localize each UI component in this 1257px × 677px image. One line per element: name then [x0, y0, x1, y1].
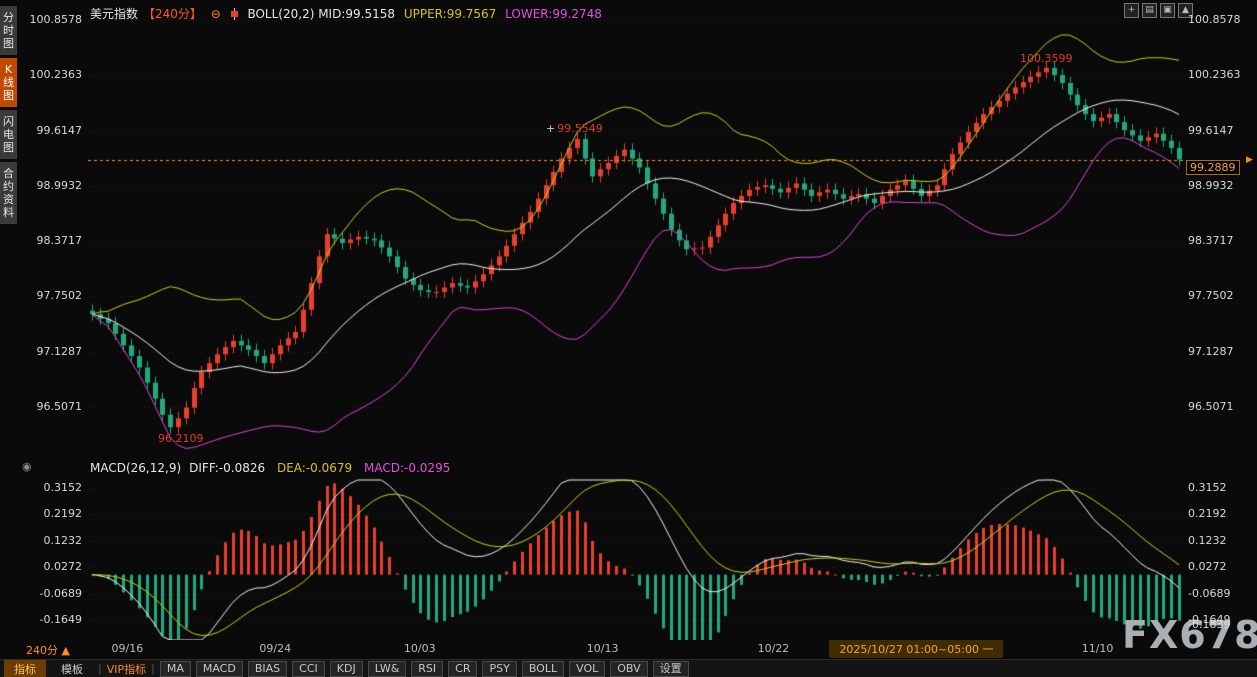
price-axis-label: 96.5071 [1188, 399, 1234, 413]
macd-diff-label: DIFF:-0.0826 [189, 461, 266, 475]
macd-header: MACD(26,12,9) DIFF:-0.0826 DEA:-0.0679 MA… [90, 461, 458, 475]
price-axis-label: 100.2363 [29, 68, 83, 82]
toolbar-divider: | [151, 662, 155, 675]
price-axis-label: 98.3717 [36, 234, 83, 248]
macd-macd-label: MACD:-0.0295 [364, 461, 451, 475]
price-axis-label: 97.1287 [1188, 344, 1234, 358]
toolbar-tab-1[interactable]: 指标 [4, 659, 46, 677]
settings-button[interactable]: 设置 [652, 660, 689, 677]
price-axis-label: 99.6147 [1188, 123, 1234, 137]
x-axis-label: 09/24 [259, 642, 292, 655]
sidebar-tab-1[interactable]: 分时图 [0, 6, 17, 55]
left-sidebar: 分时图 K线图闪电图合约资料 [0, 6, 17, 224]
indicator-button-cci[interactable]: CCI [292, 660, 325, 677]
indicator-button-bias[interactable]: BIAS [247, 660, 288, 677]
price-axis-label: 97.7502 [36, 289, 83, 303]
price-axis-label: 100.2363 [1188, 68, 1241, 82]
price-axis-label: 97.1287 [36, 344, 83, 358]
sidebar-tab-3[interactable]: 闪电图 [0, 110, 17, 159]
macd-axis-label: 0.0272 [43, 560, 83, 574]
x-axis-label: 10/22 [757, 642, 790, 655]
macd-axis-label: -0.0689 [39, 586, 82, 600]
price-axis-label: 99.6147 [36, 123, 83, 137]
sidebar-tab-4[interactable]: 合约资料 [0, 162, 17, 224]
indicator-button-boll[interactable]: BOLL [521, 660, 565, 677]
x-axis-label: 10/03 [403, 642, 436, 655]
price-axis-label: 98.3717 [1188, 234, 1234, 248]
price-edge-arrow-icon: ▶ [1246, 155, 1253, 165]
macd-axis-label: 0.0272 [1188, 560, 1227, 574]
x-axis-label: 09/16 [111, 642, 144, 655]
macd-axis-label: 0.1232 [1188, 533, 1227, 547]
main-chart-canvas[interactable] [88, 8, 1183, 640]
macd-axis-label: 0.1232 [43, 533, 83, 547]
bottom-toolbar: 指标 模板 | VIP指标 | MA MACD BIAS CCI KDJ LW& RSI CR PSY BO… [0, 659, 1257, 677]
price-axis-label: 98.9932 [36, 178, 83, 192]
indicator-button-lw[interactable]: LW& [367, 660, 407, 677]
toolbar-tab-2[interactable]: 模板 [51, 660, 93, 677]
indicator-button-ma[interactable]: MA [159, 660, 191, 677]
macd-axis-label: 0.3152 [1188, 481, 1227, 494]
indicator-button-cr[interactable]: CR [448, 660, 478, 677]
trading-app-window: 分时图K线图闪电图合约资料 ◉ 美元指数【240分】 ⊖ BOLL(20,2) … [0, 0, 1257, 677]
annotation-global-low: 96.2109 [158, 432, 204, 445]
indicator-button-macd[interactable]: MACD [195, 660, 243, 677]
indicator-button-vol[interactable]: VOL [569, 660, 606, 677]
vip-indicators-link[interactable]: VIP指标 [107, 661, 146, 677]
macd-axis-label: -0.0689 [1188, 586, 1231, 600]
indicator-button-kdj[interactable]: KDJ [329, 660, 363, 677]
indicator-button-obv[interactable]: OBV [610, 660, 648, 677]
last-price-tag: 99.2889 [1186, 160, 1240, 175]
period-selector[interactable]: 240分 ▲ [26, 642, 70, 658]
price-axis-label: 100.8578 [29, 13, 83, 26]
x-axis-label: 10/13 [586, 642, 619, 655]
annotation-global-high: 100.3599 [1020, 52, 1073, 65]
toolbar-divider: | [98, 662, 102, 675]
indicator-button-rsi[interactable]: RSI [411, 660, 444, 677]
macd-axis-label: 0.2192 [1188, 507, 1227, 521]
macd-pane-icon[interactable]: ◉ [22, 460, 32, 473]
macd-axis-label: -0.1649 [39, 612, 82, 626]
price-axis-label: 97.7502 [1188, 289, 1234, 303]
sidebar-tab-2[interactable]: K线图 [0, 58, 17, 107]
annotation-local-high: +99.5549 [546, 122, 603, 135]
macd-axis-label: 0.3152 [43, 481, 83, 494]
indicator-button-psy[interactable]: PSY [482, 660, 517, 677]
x-axis-label: 11/10 [1081, 642, 1114, 655]
price-axis-label: 98.9932 [1188, 178, 1234, 192]
marker-cross-icon: + [546, 122, 556, 135]
macd-title: MACD(26,12,9) [90, 461, 182, 475]
macd-dea-label: DEA:-0.0679 [276, 461, 353, 475]
price-axis-label: 100.8578 [1188, 13, 1241, 26]
selected-time-label: 2025/10/27 01:00~05:00 一 [829, 640, 1004, 658]
macd-axis-label: -0.1839 [1188, 618, 1231, 632]
macd-axis-label: 0.2192 [43, 507, 83, 521]
price-axis-label: 96.5071 [36, 399, 83, 413]
